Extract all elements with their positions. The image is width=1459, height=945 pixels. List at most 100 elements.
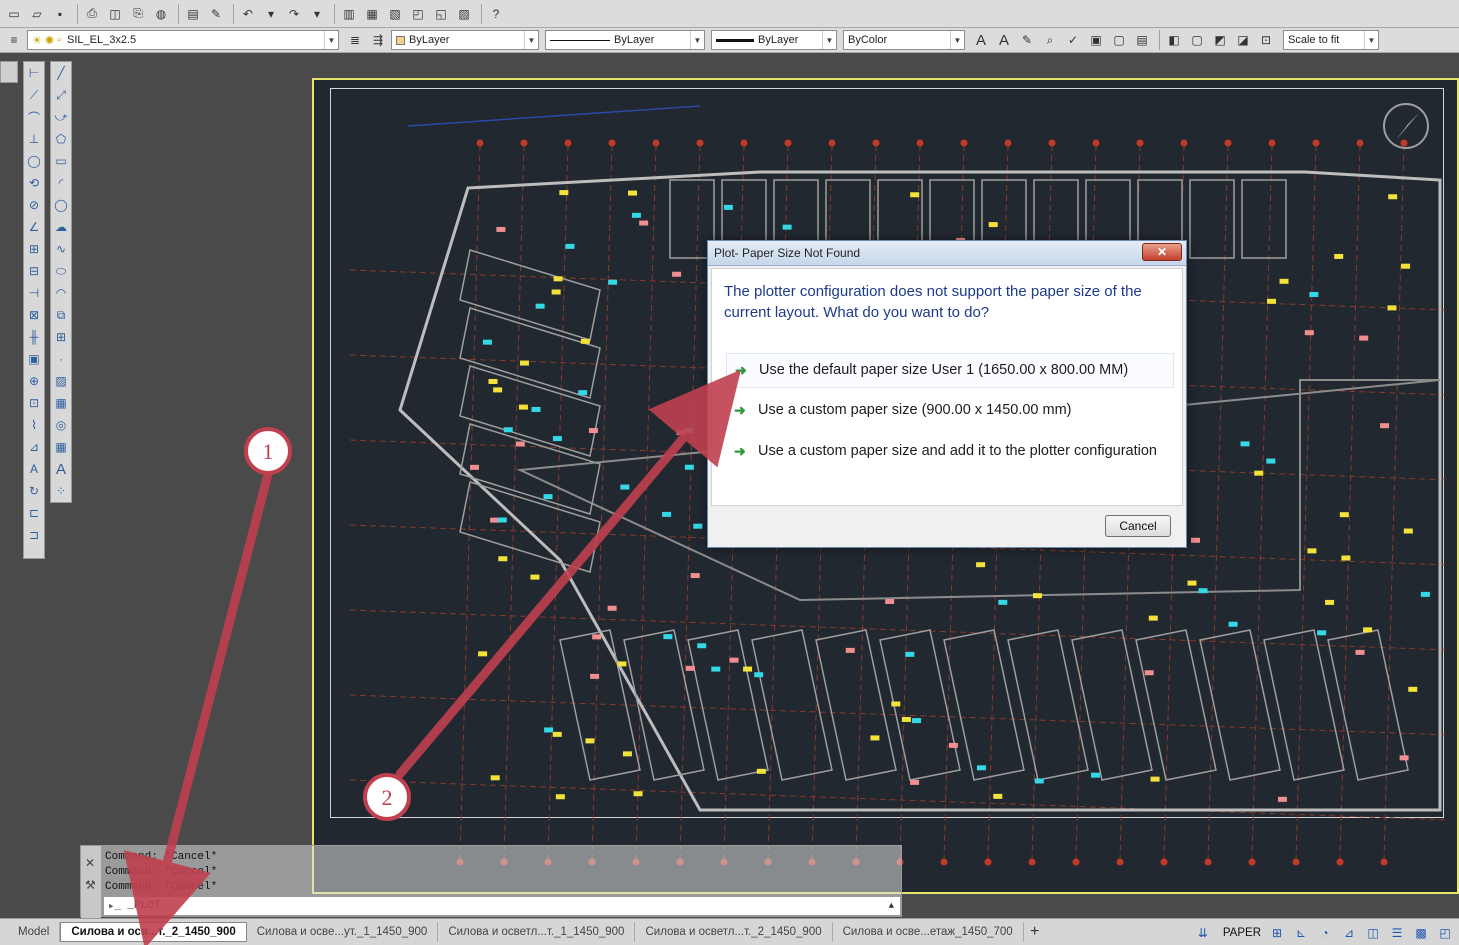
fixture-symbol: [891, 701, 901, 707]
fixture-symbol: [1198, 588, 1208, 594]
polar-icon[interactable]: ◔: [1315, 923, 1335, 943]
grid-bubble: [960, 139, 968, 147]
fixture-symbol: [684, 427, 694, 433]
tab-layout[interactable]: Силова и осве...ут._1_1450_900: [247, 922, 439, 942]
fixture-symbol: [1334, 253, 1344, 259]
close-icon[interactable]: ✕: [85, 856, 95, 870]
fixture-symbol: [631, 212, 641, 218]
parking-space-bottom: [1007, 629, 1089, 781]
grid-bubble: [1356, 139, 1364, 147]
fixture-symbol: [470, 464, 480, 470]
grid-bubble: [1136, 139, 1144, 147]
grid-bubble: [1312, 139, 1320, 147]
command-line: Command: *Cancel*: [105, 851, 218, 863]
tab-layout-active[interactable]: Силова и осв...т._2_1450_900: [60, 922, 247, 942]
snap-icon[interactable]: ⊾: [1291, 923, 1311, 943]
fixture-symbol: [1034, 778, 1044, 784]
fixture-symbol: [845, 647, 855, 653]
parking-space-top: [1189, 179, 1235, 259]
fixture-symbol: [1339, 512, 1349, 518]
fixture-symbol: [998, 599, 1008, 605]
grid-bubble: [784, 139, 792, 147]
add-layout-button[interactable]: +: [1024, 922, 1046, 942]
option-default-paper-size[interactable]: ➜ Use the default paper size User 1 (165…: [726, 353, 1174, 388]
parking-space-bottom: [943, 629, 1025, 781]
close-button[interactable]: ✕: [1142, 243, 1182, 261]
grid-axis: [349, 609, 1451, 651]
fixture-symbol: [503, 427, 513, 433]
chevron-up-icon[interactable]: ▲: [889, 901, 894, 911]
quick-properties-icon[interactable]: ◰: [1435, 923, 1455, 943]
fixture-symbol: [490, 775, 500, 781]
fixture-symbol: [885, 599, 895, 605]
grid-bubble: [1292, 858, 1300, 866]
grid-bubble: [1224, 139, 1232, 147]
grid-bubble: [984, 858, 992, 866]
grid-bubble: [1116, 858, 1124, 866]
grid-bubble: [1092, 139, 1100, 147]
green-arrow-icon: ➜: [735, 362, 747, 378]
option-custom-paper-size[interactable]: ➜ Use a custom paper size (900.00 x 1450…: [726, 394, 1174, 427]
dialog-titlebar[interactable]: Plot- Paper Size Not Found: [708, 241, 1186, 266]
fixture-symbol: [754, 672, 764, 678]
grid-bubble: [1400, 139, 1408, 147]
fixture-symbol: [1032, 593, 1042, 599]
command-window: ✕ ⚒ Command: *Cancel* Command: *Cancel* …: [80, 845, 902, 918]
fixture-symbol: [555, 794, 565, 800]
command-input[interactable]: ▸_ _PLOT ▲: [103, 896, 901, 916]
grid-axis: [1383, 144, 1405, 861]
fixture-symbol: [711, 666, 721, 672]
fixture-symbol: [552, 436, 562, 442]
grid-bubble: [520, 139, 528, 147]
grid-bubble: [1072, 858, 1080, 866]
grid-axis: [1339, 144, 1361, 861]
fixture-symbol: [1187, 580, 1197, 586]
fixture-symbol: [1399, 755, 1409, 761]
otrack-icon[interactable]: ◫: [1363, 923, 1383, 943]
grid-axis: [591, 144, 613, 861]
fixture-symbol: [782, 224, 792, 230]
fixture-symbol: [531, 406, 541, 412]
grid-bubble: [940, 858, 948, 866]
fixture-symbol: [617, 661, 627, 667]
fixture-symbol: [993, 793, 1003, 799]
fixture-symbol: [910, 779, 920, 785]
fixture-symbol: [1228, 621, 1238, 627]
option-custom-and-add[interactable]: ➜ Use a custom paper size and add it to …: [726, 435, 1174, 468]
fixture-symbol: [729, 657, 739, 663]
tab-layout[interactable]: Силова и осветл...т._2_1450_900: [635, 922, 833, 942]
fixture-symbol: [1387, 305, 1397, 311]
fixture-symbol: [676, 430, 686, 436]
fixture-symbol: [1091, 772, 1101, 778]
fixture-symbol: [580, 338, 590, 344]
wrench-icon[interactable]: ⚒: [85, 878, 96, 892]
tab-layout[interactable]: Силова и осветл...т._1_1450_900: [438, 922, 636, 942]
command-window-handle[interactable]: ✕ ⚒: [81, 846, 101, 918]
fixture-symbol: [519, 360, 529, 366]
fixture-symbol: [544, 727, 554, 733]
cancel-button[interactable]: Cancel: [1105, 515, 1171, 537]
tab-model[interactable]: Model: [8, 922, 61, 942]
lineweight-icon[interactable]: ☰: [1387, 923, 1407, 943]
fixture-symbol: [1359, 335, 1369, 341]
fixture-symbol: [478, 651, 488, 657]
paper-space-toggle[interactable]: PAPER: [1217, 927, 1267, 939]
fixture-symbol: [912, 718, 922, 724]
parking-space-bottom: [1135, 629, 1217, 781]
fixture-symbol: [1388, 194, 1398, 200]
autocad-window: ▭ ▱ ▪ ⎙ ◫ ⎘ ◍ ▤ ✎ ↶ ▾ ↷ ▾ ▥ ▦ ▧ ◰ ◱ ▨ ? …: [0, 0, 1459, 945]
tab-layout[interactable]: Силова и осве...етаж_1450_700: [833, 922, 1024, 942]
fixture-symbol: [482, 339, 492, 345]
fixture-symbol: [530, 574, 540, 580]
osnap-icon[interactable]: ⊿: [1339, 923, 1359, 943]
grid-icon[interactable]: ⊞: [1267, 923, 1287, 943]
fixture-symbol: [1403, 528, 1413, 534]
fixture-symbol: [1279, 278, 1289, 284]
transparency-icon[interactable]: ▩: [1411, 923, 1431, 943]
fixture-symbol: [551, 289, 561, 295]
fixture-symbol: [493, 387, 503, 393]
fixture-symbol: [1380, 423, 1390, 429]
customize-icon[interactable]: ⇊: [1193, 923, 1213, 943]
command-line: Command: *Cancel*: [105, 881, 218, 893]
fixture-symbol: [723, 204, 733, 210]
